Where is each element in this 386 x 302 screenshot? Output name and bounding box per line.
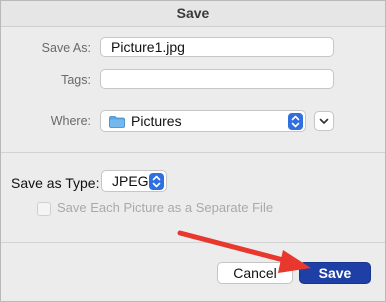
title-bar: Save — [1, 1, 385, 27]
cancel-button[interactable]: Cancel — [217, 262, 293, 284]
tags-label: Tags: — [61, 73, 91, 87]
separate-files-label: Save Each Picture as a Separate File — [57, 200, 274, 215]
tags-field[interactable] — [100, 69, 334, 89]
chevron-down-icon — [319, 118, 329, 124]
save-as-type-popup[interactable]: JPEG — [101, 170, 167, 192]
save-as-field[interactable]: Picture1.jpg — [100, 37, 334, 57]
where-stepper-icon — [288, 113, 303, 130]
where-label: Where: — [50, 114, 91, 128]
save-as-type-value: JPEG — [112, 173, 149, 189]
save-button[interactable]: Save — [299, 262, 371, 284]
dialog-title: Save — [176, 5, 210, 21]
where-popup[interactable]: Pictures — [100, 110, 306, 132]
save-as-label: Save As: — [41, 41, 91, 55]
expand-button[interactable] — [314, 111, 334, 131]
type-stepper-icon — [149, 173, 164, 190]
where-value: Pictures — [131, 113, 182, 129]
footer-divider — [1, 242, 385, 243]
separate-files-checkbox[interactable] — [37, 202, 51, 216]
section-divider — [1, 152, 385, 153]
save-as-type-label: Save as Type: — [11, 175, 100, 191]
save-dialog: Save Save As: Picture1.jpg Tags: Where: … — [0, 0, 386, 302]
folder-icon — [109, 115, 125, 128]
